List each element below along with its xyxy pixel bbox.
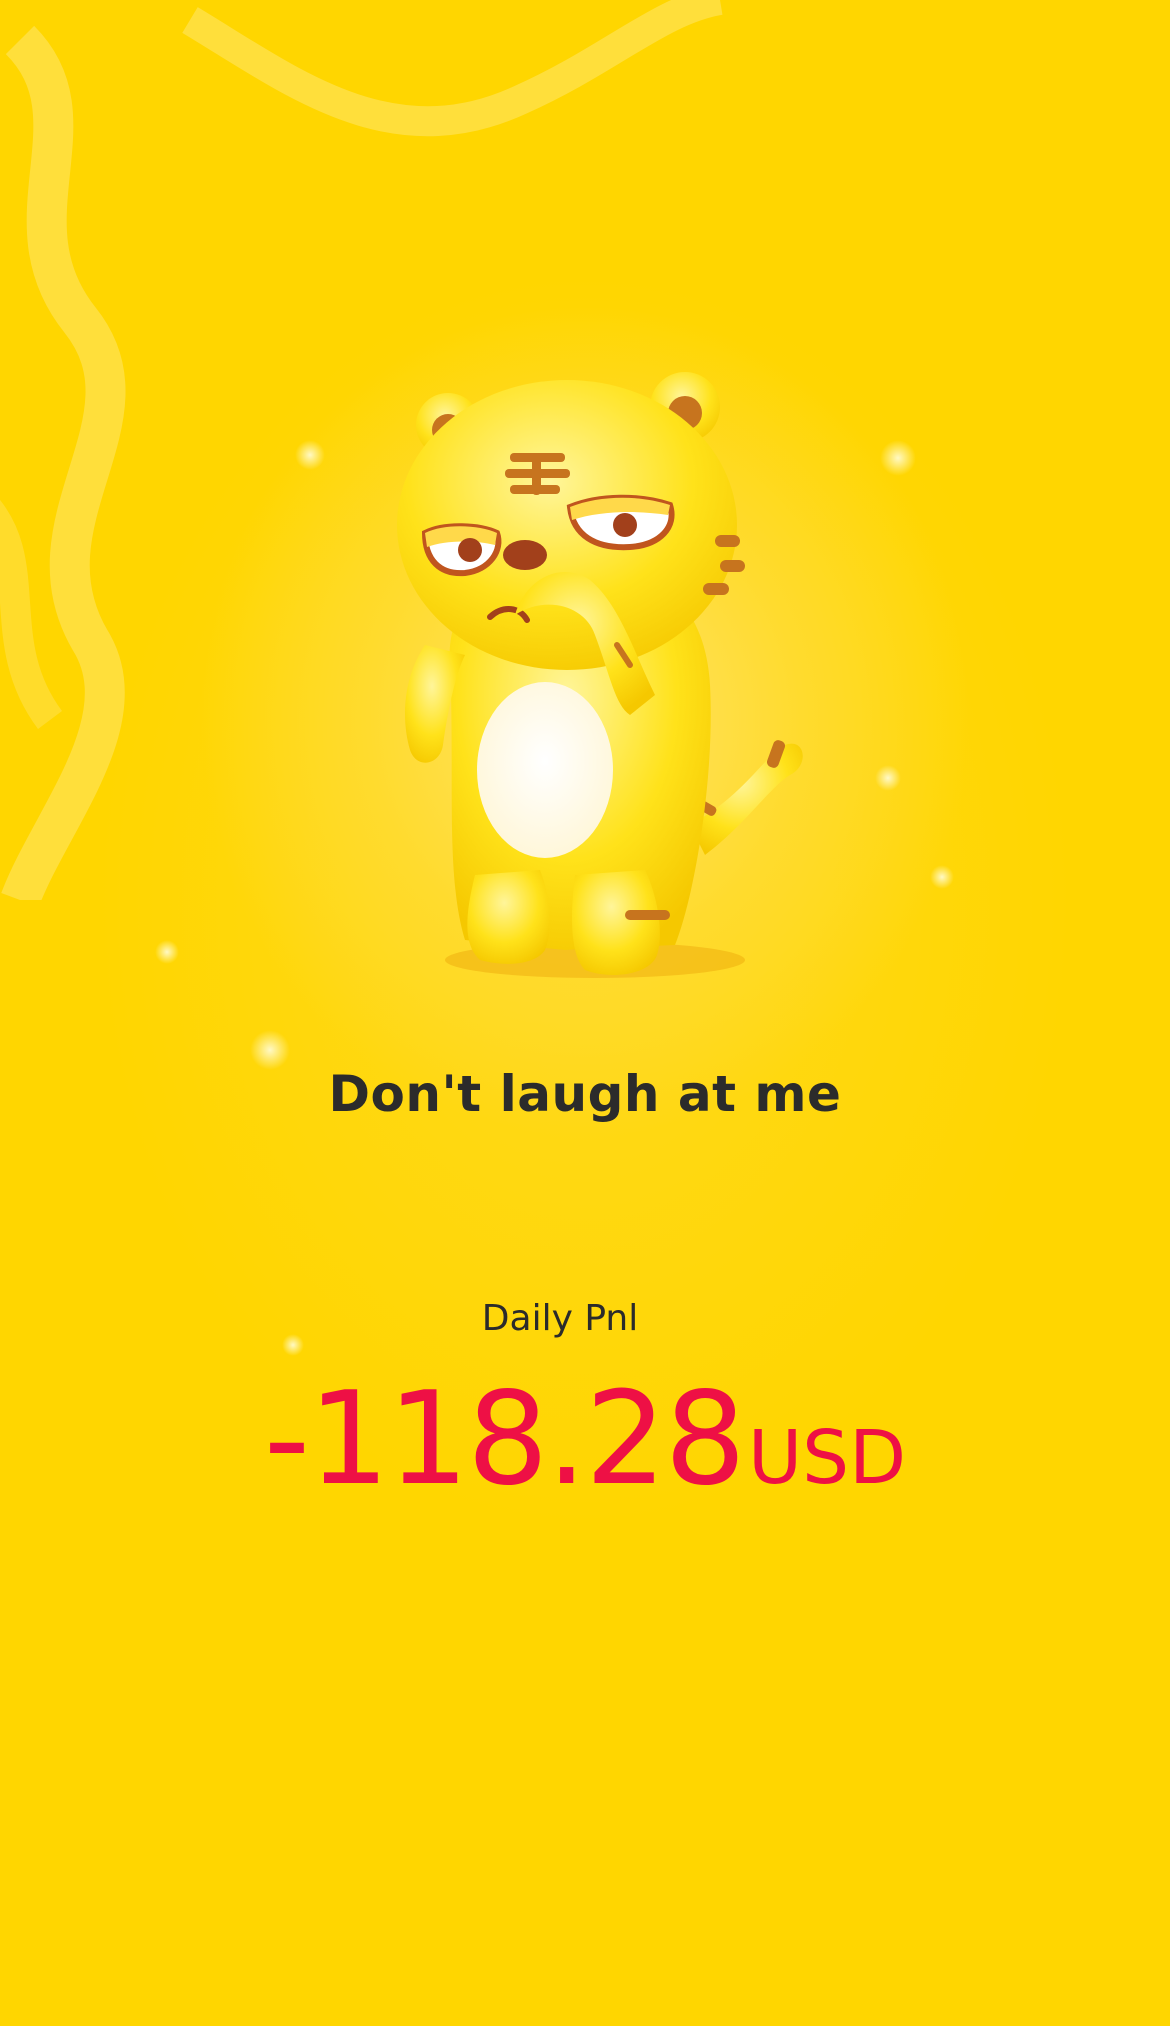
sparkle <box>880 440 916 476</box>
sparkle <box>875 765 901 791</box>
pnl-value: -118.28 <box>263 1365 746 1514</box>
daily-pnl-label: Daily Pnl <box>481 1298 639 1339</box>
tagline: Don't laugh at me <box>328 1065 842 1123</box>
daily-pnl-amount: -118.28USD <box>0 1365 1170 1514</box>
pnl-currency: USD <box>747 1415 907 1501</box>
sparkle <box>930 865 954 889</box>
sparkle <box>250 1030 290 1070</box>
background <box>0 0 1170 2026</box>
sparkle <box>155 940 179 964</box>
sparkle <box>295 440 325 470</box>
tiger-mascot-icon <box>397 372 803 978</box>
